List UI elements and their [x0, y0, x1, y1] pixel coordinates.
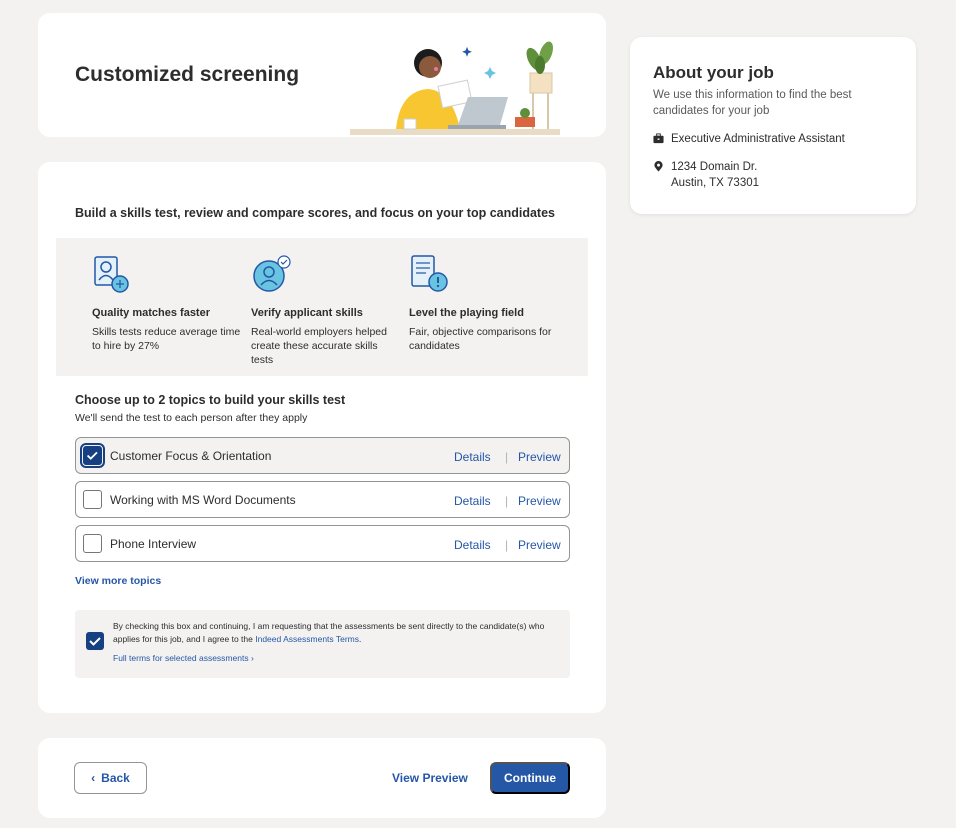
topics-subtitle: We'll send the test to each person after…: [75, 412, 308, 424]
benefit-text: Fair, objective comparisons for candidat…: [409, 326, 552, 352]
document-alert-icon: [411, 255, 448, 292]
back-label: Back: [101, 771, 130, 785]
about-job-title: About your job: [653, 63, 774, 82]
topic-checkbox[interactable]: [80, 443, 105, 468]
topic-details-link[interactable]: Details: [454, 450, 491, 464]
page-title: Customized screening: [75, 63, 300, 86]
continue-button[interactable]: Continue: [490, 762, 570, 794]
topic-row-customer-focus[interactable]: Customer Focus & Orientation Details | P…: [75, 437, 570, 474]
consent-checkbox[interactable]: [86, 632, 104, 650]
topic-label: Phone Interview: [110, 537, 197, 551]
full-terms-link[interactable]: Full terms for selected assessments ›: [113, 653, 254, 663]
location-row: 1234 Domain Dr. Austin, TX 73301: [653, 159, 759, 191]
main-card: Build a skills test, review and compare …: [38, 162, 606, 713]
job-title: Executive Administrative Assistant: [671, 133, 845, 145]
view-more-topics-link[interactable]: View more topics: [75, 575, 161, 587]
topic-checkbox[interactable]: [83, 534, 102, 553]
benefit-title: Level the playing field: [409, 307, 524, 319]
topic-row-phone-interview[interactable]: Phone Interview Details | Preview: [75, 525, 570, 562]
briefcase-icon: [653, 133, 664, 144]
benefit-level-field: Level the playing field Fair, objective …: [409, 254, 559, 353]
about-job-subtitle: We use this information to find the best…: [653, 89, 852, 117]
checkmark-icon: [89, 637, 101, 646]
verified-person-icon: [253, 255, 291, 292]
benefit-quality-matches: Quality matches faster Skills tests redu…: [92, 254, 242, 353]
intro-text: Build a skills test, review and compare …: [75, 206, 555, 220]
topic-preview-link[interactable]: Preview: [518, 494, 561, 508]
chevron-left-icon: ‹: [91, 771, 96, 785]
hero-illustration: [350, 41, 560, 135]
address-line-2: Austin, TX 73301: [671, 177, 760, 189]
header-card: Customized screening: [38, 13, 606, 137]
topic-preview-link[interactable]: Preview: [518, 450, 561, 464]
consent-text: By checking this box and continuing, I a…: [113, 620, 553, 646]
topic-details-link[interactable]: Details: [454, 538, 491, 552]
footer-card: ‹ Back View Preview Continue: [38, 738, 606, 818]
about-job-card: About your job We use this information t…: [630, 37, 916, 214]
link-separator: |: [505, 450, 509, 464]
consent-box: By checking this box and continuing, I a…: [75, 610, 570, 678]
link-separator: |: [505, 494, 509, 508]
topic-row-ms-word[interactable]: Working with MS Word Documents Details |…: [75, 481, 570, 518]
view-preview-link[interactable]: View Preview: [392, 771, 468, 785]
benefit-title: Quality matches faster: [92, 307, 210, 319]
topic-details-link[interactable]: Details: [454, 494, 491, 508]
checkmark-icon: [86, 451, 98, 460]
location-pin-icon: [654, 161, 663, 172]
topics-title: Choose up to 2 topics to build your skil…: [75, 393, 346, 407]
address-line-1: 1234 Domain Dr.: [671, 161, 758, 173]
topic-preview-link[interactable]: Preview: [518, 538, 561, 552]
benefit-text: Real-world employers helped create these…: [251, 326, 387, 366]
chevron-right-icon: ›: [250, 653, 254, 663]
person-badge-icon: [94, 256, 129, 293]
topic-label: Working with MS Word Documents: [110, 493, 296, 507]
consent-text-end: .: [359, 634, 362, 644]
benefit-verify-skills: Verify applicant skills Real-world emplo…: [251, 254, 401, 367]
full-terms-label: Full terms for selected assessments: [113, 653, 249, 663]
topic-checkbox[interactable]: [83, 490, 102, 509]
topic-label: Customer Focus & Orientation: [110, 449, 272, 463]
assessments-terms-link[interactable]: Indeed Assessments Terms: [255, 634, 359, 644]
back-button[interactable]: ‹ Back: [74, 762, 147, 794]
benefit-text: Skills tests reduce average time to hire…: [92, 326, 241, 352]
job-title-row: Executive Administrative Assistant: [653, 131, 845, 147]
benefits-panel: Quality matches faster Skills tests redu…: [56, 238, 588, 376]
link-separator: |: [505, 538, 509, 552]
benefit-title: Verify applicant skills: [251, 307, 363, 319]
